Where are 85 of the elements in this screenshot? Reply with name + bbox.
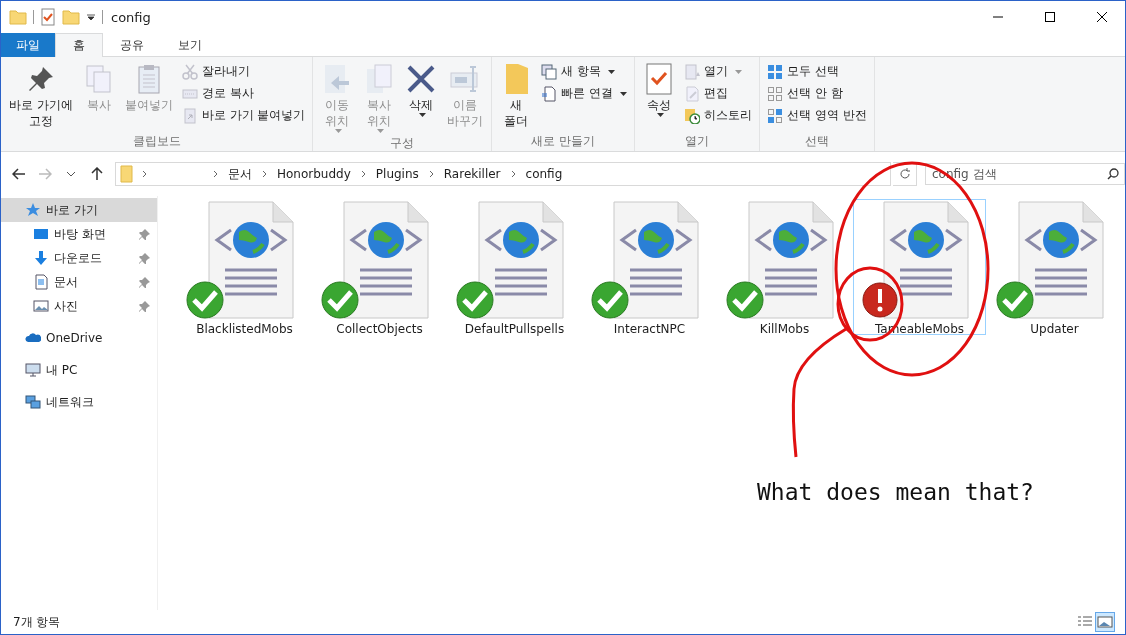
breadcrumb[interactable]: Plugins [373, 167, 421, 181]
ribbon-button[interactable]: 히스토리 [681, 105, 756, 126]
download-arrow-icon [33, 250, 49, 266]
file-item[interactable]: KillMobs [718, 199, 851, 335]
chevron-icon [428, 170, 434, 178]
document-icon [541, 85, 558, 102]
up-arrow-icon [91, 167, 103, 181]
invert-selection-icon [767, 107, 784, 124]
chevron-icon [213, 170, 218, 178]
group-label: 구성 [389, 135, 416, 152]
picture-icon [33, 298, 49, 314]
refresh-icon [898, 168, 911, 180]
group-label: 열기 [684, 133, 711, 150]
new-item-icon [541, 63, 558, 80]
nav-item[interactable]: 바탕 화면 [1, 222, 157, 246]
chevron-icon [360, 170, 366, 178]
breadcrumb[interactable]: Rarekiller [441, 167, 503, 181]
chevron-down-icon [66, 171, 76, 177]
ribbon-tab[interactable]: 보기 [161, 33, 219, 57]
maximize-icon [1045, 12, 1055, 22]
details-view-icon [1077, 615, 1093, 629]
item-count: 7개 항목 [13, 613, 62, 631]
ribbon-button[interactable]: 선택 영역 반전 [764, 105, 870, 126]
shortcut-paste-icon [181, 107, 198, 124]
large-icons-view-icon [1097, 615, 1113, 629]
folder-icon [120, 165, 134, 183]
file-name: DefaultPullspells [464, 322, 565, 336]
ribbon-button[interactable]: 선택 안 함 [764, 83, 870, 104]
open-icon [684, 63, 701, 80]
group-label: 클립보드 [131, 133, 182, 150]
group-label: 선택 [804, 133, 831, 150]
breadcrumb[interactable]: config [523, 167, 565, 181]
file-name: InteractNPC [613, 322, 686, 336]
nav-item[interactable]: 다운로드 [1, 246, 157, 270]
ribbon-button[interactable]: 바로 가기에 고정 [5, 61, 77, 133]
file-item[interactable]: InteractNPC [583, 199, 716, 335]
file-item[interactable]: DefaultPullspells [448, 199, 581, 335]
caret-icon[interactable] [86, 12, 96, 22]
select-none-icon [767, 85, 784, 102]
window-title: config [111, 9, 152, 25]
ribbon-button[interactable]: 속성 [639, 61, 680, 133]
scissors-icon [181, 63, 198, 80]
checkmark-document-icon[interactable] [40, 8, 56, 26]
nav-item[interactable]: 사진 [1, 294, 157, 318]
file-name: BlacklistedMobs [196, 322, 293, 336]
star-icon [25, 202, 41, 218]
annotation-text: What does mean that? [757, 479, 1034, 505]
file-name: Updater [1030, 322, 1079, 336]
folder-icon [9, 8, 27, 26]
ribbon-tab[interactable]: 공유 [103, 33, 161, 57]
forward-arrow-icon [38, 168, 52, 180]
network-icon [25, 394, 41, 410]
breadcrumb[interactable]: Honorbuddy [275, 167, 353, 181]
ribbon-button[interactable]: 새 항목 [538, 61, 631, 82]
history-icon [684, 107, 701, 124]
file-name: KillMobs [759, 322, 810, 336]
edit-icon [684, 85, 701, 102]
nav-item[interactable]: 바로 가기 [1, 198, 157, 222]
computer-icon [25, 362, 41, 378]
ribbon-button[interactable]: 빠른 연결 [538, 83, 631, 104]
nav-item[interactable]: 네트워크 [1, 390, 157, 414]
select-all-icon [767, 63, 784, 80]
back-arrow-icon [12, 168, 26, 180]
nav-item[interactable]: 내 PC [1, 358, 157, 382]
file-item[interactable]: CollectObjects [313, 199, 446, 335]
file-item[interactable]: BlacklistedMobs [178, 199, 311, 335]
monitor-icon [33, 226, 49, 242]
ribbon-button[interactable]: 새 폴더 [496, 61, 537, 133]
nav-item[interactable]: OneDrive [1, 326, 157, 350]
ribbon-button[interactable]: 삭제 [401, 61, 442, 135]
file-name: CollectObjects [336, 322, 423, 336]
file-item[interactable]: Updater [988, 199, 1121, 335]
ribbon-tab[interactable]: 홈 [55, 33, 103, 57]
breadcrumb[interactable]: 문서 [226, 165, 254, 183]
address-bar[interactable]: 문서 Honorbuddy Plugins Rarekiller config [115, 162, 891, 186]
view-toggle-button[interactable] [1095, 612, 1115, 632]
ribbon-button[interactable]: 모두 선택 [764, 61, 870, 82]
nav-item[interactable]: 문서 [1, 270, 157, 294]
group-label: 새로 만들기 [530, 133, 597, 150]
close-icon [1097, 12, 1107, 22]
chevron-icon [510, 170, 516, 178]
chevron-icon [262, 170, 267, 178]
chevron-icon [142, 170, 147, 178]
file-menu-tab[interactable]: 파일 [1, 33, 55, 57]
document-icon [33, 274, 49, 290]
